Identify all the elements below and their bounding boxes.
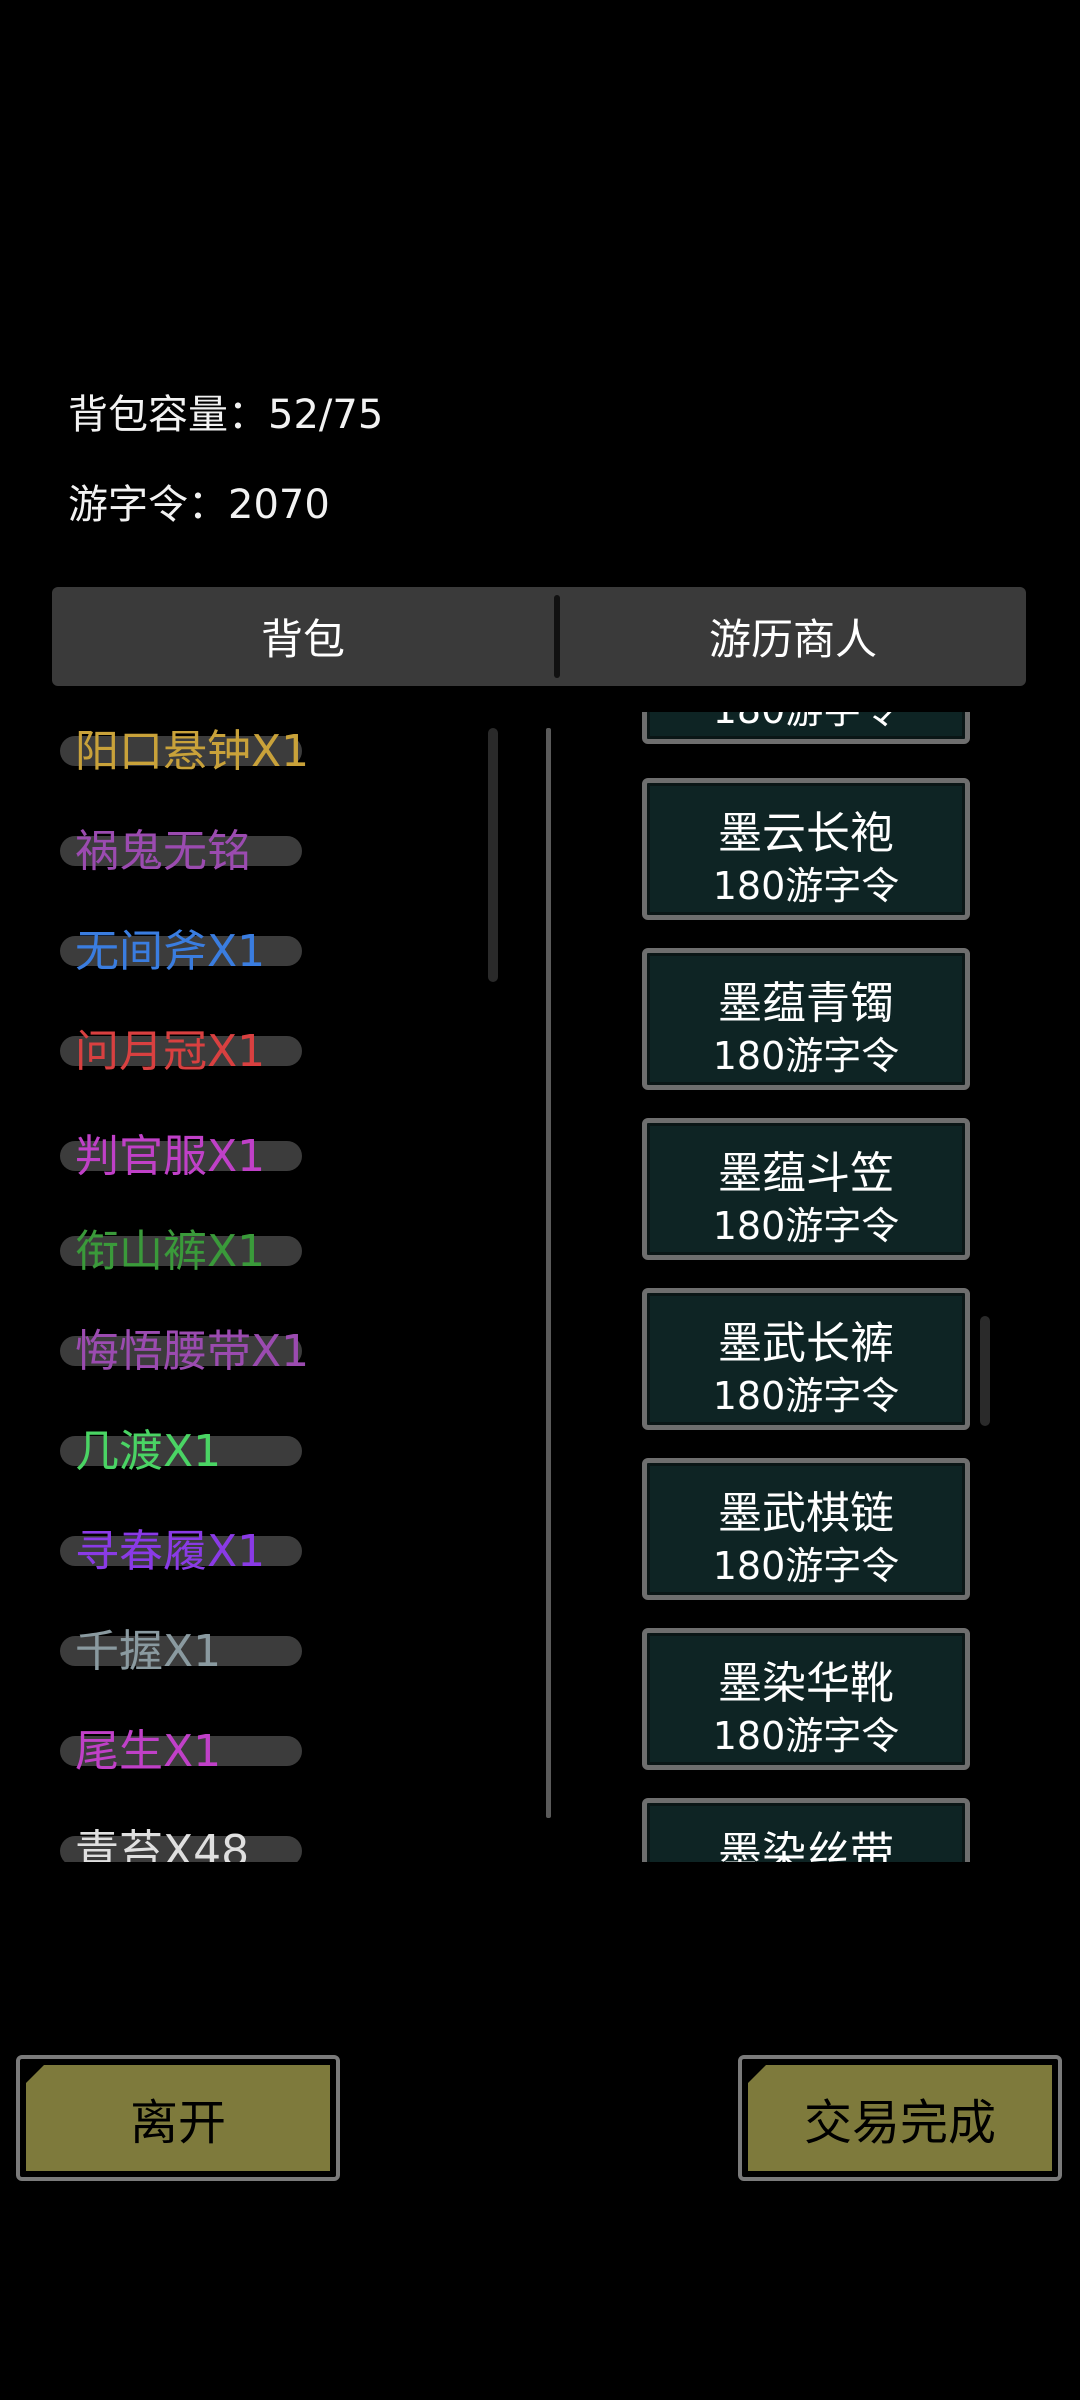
merchant-item-card[interactable]: 墨染丝带: [642, 1798, 970, 1862]
item-name: 千握X1: [75, 1626, 222, 1677]
currency-amount: 游字令：2070: [68, 482, 330, 528]
merchant-item-price: 180游字令: [712, 1544, 900, 1588]
merchant-item-card[interactable]: 墨蕴斗笠 180游字令: [642, 1118, 970, 1260]
inventory-item[interactable]: 问月冠X1: [40, 1012, 510, 1092]
inventory-item[interactable]: 千握X1: [40, 1612, 510, 1692]
merchant-item-card[interactable]: 墨云长袍 180游字令: [642, 778, 970, 920]
merchant-item-card[interactable]: 墨武长裤 180游字令: [642, 1288, 970, 1430]
merchant-scrollbar[interactable]: [980, 1316, 990, 1426]
inventory-item[interactable]: 无间斧X1: [40, 912, 510, 992]
item-name: 悔悟腰带X1: [75, 1326, 310, 1377]
merchant-item-name: 墨云长袍: [718, 808, 894, 859]
merchant-item-name: 墨染华靴: [718, 1658, 894, 1709]
inventory-item[interactable]: 判官服X1: [40, 1117, 510, 1197]
merchant-item-card[interactable]: 墨染华靴 180游字令: [642, 1628, 970, 1770]
tab-bag[interactable]: 背包: [52, 587, 554, 686]
inventory-item[interactable]: 衔山裤X1: [40, 1212, 510, 1292]
item-name: 无间斧X1: [75, 926, 266, 977]
item-name: 判官服X1: [75, 1131, 266, 1182]
merchant-item-name: 墨武棋链: [718, 1488, 894, 1539]
leave-button-label: 离开: [26, 2065, 330, 2171]
merchant-item-name: 墨蕴斗笠: [718, 1148, 894, 1199]
item-name: 阳口悬钟X1: [75, 726, 310, 777]
inventory-scrollbar[interactable]: [488, 728, 498, 982]
leave-button[interactable]: 离开: [16, 2055, 340, 2181]
inventory-item[interactable]: 祸鬼无铭: [40, 812, 510, 892]
bag-capacity: 背包容量：52/75: [68, 392, 384, 438]
trade-complete-button[interactable]: 交易完成: [738, 2055, 1062, 2181]
tab-merchant[interactable]: 游历商人: [560, 587, 1026, 686]
inventory-item[interactable]: 寻春履X1: [40, 1512, 510, 1592]
panel-divider: [546, 728, 551, 1818]
trade-screen: 背包容量：52/75 游字令：2070 背包 游历商人 阳口悬钟X1 祸鬼无铭无间…: [0, 0, 1080, 2400]
inventory-item[interactable]: 悔悟腰带X1: [40, 1312, 510, 1392]
item-name: 问月冠X1: [75, 1026, 266, 1077]
item-name: 寻春履X1: [75, 1526, 266, 1577]
item-name: 几渡X1: [75, 1426, 222, 1477]
merchant-list[interactable]: 180游字令墨云长袍180游字令墨蕴青镯180游字令墨蕴斗笠180游字令墨武长裤…: [636, 712, 976, 1862]
trade-complete-button-label: 交易完成: [748, 2065, 1052, 2171]
tab-bar: 背包 游历商人: [52, 587, 1026, 686]
inventory-list[interactable]: 阳口悬钟X1 祸鬼无铭无间斧X1 问月冠X1 判官服X1 衔山裤X1 悔悟腰带X1 几渡X1…: [40, 712, 520, 1862]
item-name: 尾生X1: [75, 1726, 222, 1777]
merchant-item-card[interactable]: 180游字令: [642, 712, 970, 744]
inventory-item[interactable]: 尾生X1: [40, 1712, 510, 1792]
item-name: 衔山裤X1: [75, 1226, 266, 1277]
merchant-item-card[interactable]: 墨蕴青镯 180游字令: [642, 948, 970, 1090]
merchant-item-price: 180游字令: [712, 1374, 900, 1418]
item-name: 祸鬼无铭: [75, 826, 251, 877]
merchant-item-card[interactable]: 墨武棋链 180游字令: [642, 1458, 970, 1600]
merchant-item-name: 墨武长裤: [718, 1318, 894, 1369]
merchant-item-name: 墨蕴青镯: [718, 978, 894, 1029]
merchant-item-price: 180游字令: [712, 1034, 900, 1078]
merchant-item-price: 180游字令: [647, 712, 965, 734]
inventory-item[interactable]: 几渡X1: [40, 1412, 510, 1492]
item-name: 青苔X48: [75, 1826, 250, 1862]
merchant-item-price: 180游字令: [712, 864, 900, 908]
merchant-item-price: 180游字令: [712, 1714, 900, 1758]
inventory-item[interactable]: 青苔X48: [40, 1812, 510, 1862]
inventory-item[interactable]: 阳口悬钟X1: [40, 712, 510, 792]
merchant-item-name: 墨染丝带: [718, 1828, 894, 1862]
merchant-item-price: 180游字令: [712, 1204, 900, 1248]
